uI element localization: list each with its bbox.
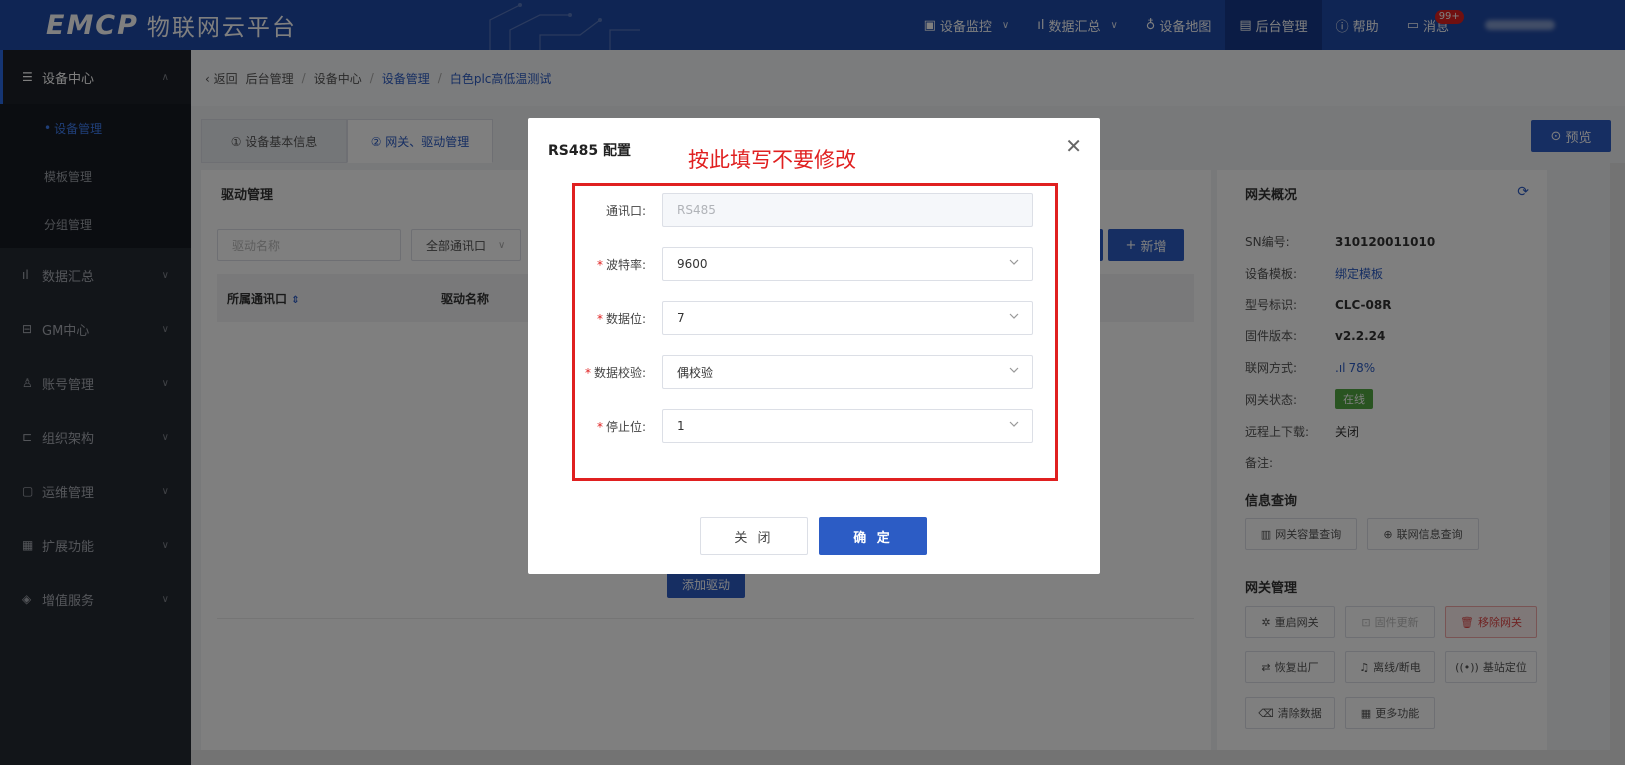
select-value: 9600 [677,257,708,271]
field-label: 通讯口: [572,202,662,219]
field-port: 通讯口: RS485 [572,193,1058,227]
chevron-down-icon [1009,313,1019,319]
required-mark: * [596,419,603,434]
field-stop-bits: * 停止位: 1 [572,409,1058,443]
chevron-down-icon [1009,421,1019,427]
field-label-text: 波特率: [605,257,646,272]
field-parity: * 数据校验: 偶校验 [572,355,1058,389]
select-value: 偶校验 [677,365,714,380]
confirm-button[interactable]: 确 定 [819,517,927,555]
select-value: 7 [677,311,685,325]
close-icon[interactable]: ✕ [1065,134,1082,158]
field-label: * 波特率: [572,256,662,273]
dialog-title: RS485 配置 [548,143,631,159]
required-mark: * [584,365,591,380]
select-value: 1 [677,419,685,433]
required-mark: * [596,257,603,272]
field-baud-rate: * 波特率: 9600 [572,247,1058,281]
field-data-bits: * 数据位: 7 [572,301,1058,335]
data-bits-select[interactable]: 7 [662,301,1033,335]
chevron-down-icon [1009,367,1019,373]
stop-bits-select[interactable]: 1 [662,409,1033,443]
annotation-text: 按此填写不要修改 [688,148,856,172]
field-label-text: 停止位: [605,419,646,434]
parity-select[interactable]: 偶校验 [662,355,1033,389]
close-button[interactable]: 关 闭 [700,517,808,555]
field-label: * 数据位: [572,310,662,327]
field-label: * 停止位: [572,418,662,435]
chevron-down-icon [1009,259,1019,265]
required-mark: * [596,311,603,326]
baud-rate-select[interactable]: 9600 [662,247,1033,281]
rs485-config-dialog: RS485 配置 按此填写不要修改 ✕ 通讯口: RS485 * 波特率: 960… [528,118,1100,574]
field-label-text: 通讯口: [605,203,646,218]
field-label: * 数据校验: [572,364,662,381]
port-input: RS485 [662,193,1033,227]
field-label-text: 数据校验: [593,365,646,380]
field-label-text: 数据位: [605,311,646,326]
